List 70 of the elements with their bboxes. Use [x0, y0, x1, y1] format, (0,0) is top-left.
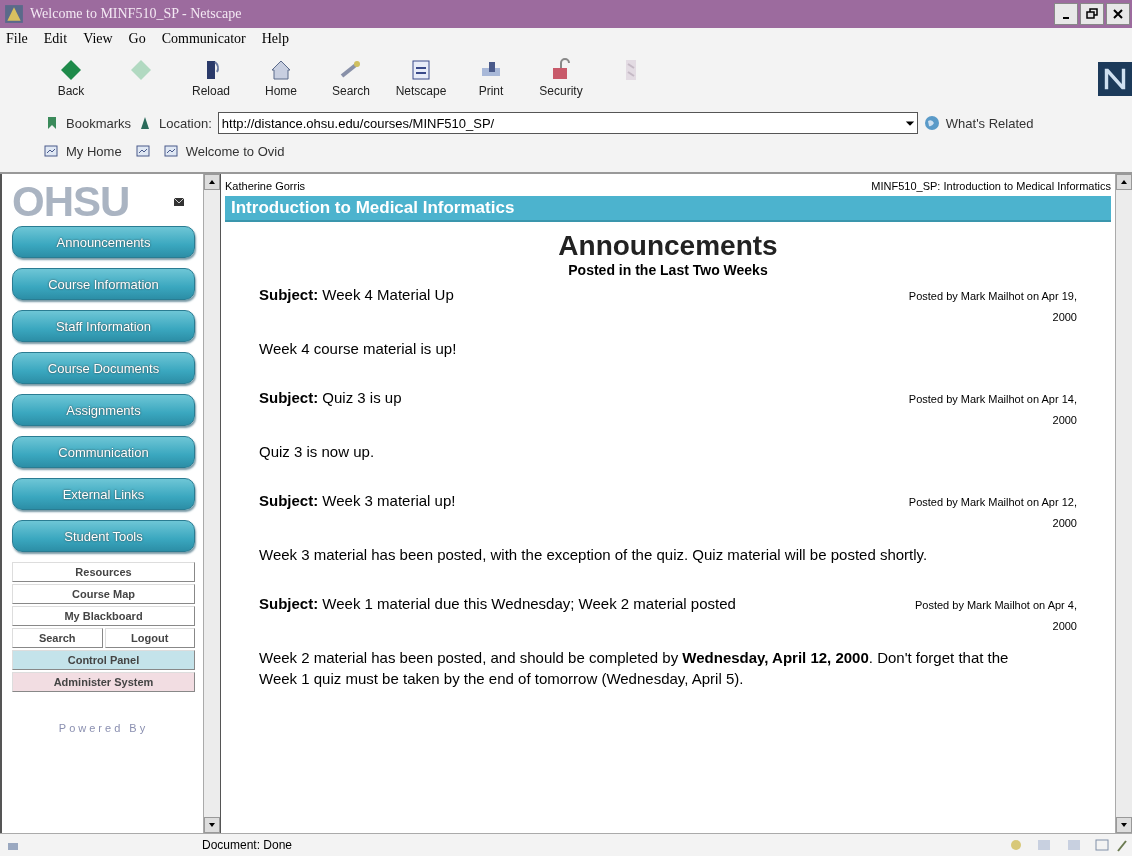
- announcement-body: Week 2 material has been posted, and should be completed by Wednesday, April 12, 2000. Don't forget that the Week 1 quiz must be taken by the end of tomorrow (Wednesday, April 5).: [259, 648, 1010, 689]
- posted-by-text: Posted by Mark Mailhot on Apr 14, 2000: [907, 392, 1077, 428]
- powered-by-text: Powered By: [57, 722, 150, 734]
- home-button[interactable]: Home: [250, 56, 312, 102]
- sidebar-link[interactable]: Resources: [12, 562, 195, 582]
- scroll-up-icon[interactable]: [204, 174, 220, 190]
- diamond-icon: [129, 58, 153, 82]
- scroll-down-icon[interactable]: [204, 817, 220, 833]
- menu-item[interactable]: Communicator: [161, 31, 246, 47]
- sidebar-link[interactable]: Logout: [104, 628, 195, 648]
- location-label: Location:: [159, 115, 212, 131]
- page-icon: [44, 144, 58, 158]
- house-icon: [269, 58, 293, 82]
- announcement-body: Week 4 course material is up!: [259, 339, 458, 359]
- user-name: Katherine Gorris: [225, 180, 306, 192]
- scroll-down-icon[interactable]: [1116, 817, 1132, 833]
- sidebar-link[interactable]: Course Map: [12, 584, 195, 604]
- bookmark-link[interactable]: Welcome to Ovid: [159, 143, 289, 159]
- sidebar-link[interactable]: Administer System: [12, 672, 195, 692]
- menu-item[interactable]: View: [83, 31, 113, 47]
- mynetscape-button[interactable]: Netscape: [390, 56, 452, 102]
- sidebar-link[interactable]: Control Panel: [12, 650, 195, 670]
- announcement-subject: Subject: Week 3 material up!: [259, 491, 456, 511]
- menu-item[interactable]: Edit: [43, 31, 68, 47]
- close-icon: [1112, 8, 1124, 20]
- posted-by-text: Posted by Mark Mailhot on Apr 19, 2000: [907, 289, 1077, 325]
- back-button[interactable]: Back: [40, 56, 102, 102]
- minimize-button[interactable]: [1054, 3, 1078, 25]
- announcement-body: Week 3 material has been posted, with the exception of the quiz. Quiz material will be posted shortly.: [259, 545, 929, 565]
- diamond-icon: [59, 58, 83, 82]
- close-button[interactable]: [1106, 3, 1130, 25]
- course-banner: Introduction to Medical Informatics: [225, 196, 1111, 222]
- course-label: MINF510_SP: Introduction to Medical Informatics: [871, 180, 1111, 192]
- announcement-subject: Subject: Week 4 Material Up: [259, 285, 454, 305]
- restore-button[interactable]: [1080, 3, 1104, 25]
- window-title: Welcome to MINF510_SP - Netscape: [30, 6, 243, 22]
- announcement-subject: Subject: Quiz 3 is up: [259, 388, 402, 408]
- page-icon[interactable]: [135, 144, 150, 158]
- page-icon: [409, 58, 433, 82]
- ohsu-logo: OHSU: [12, 178, 130, 226]
- mail-icon: [173, 196, 185, 208]
- scrollbar[interactable]: [1115, 174, 1132, 833]
- posted-by-text: Posted by Mark Mailhot on Apr 12, 2000: [907, 495, 1077, 531]
- scrollbar[interactable]: [203, 174, 220, 833]
- page-icon: [163, 144, 178, 158]
- sidebar-link[interactable]: My Blackboard: [12, 606, 195, 626]
- sidebar-link[interactable]: Search: [12, 628, 103, 648]
- page-subheading: Posted in the Last Two Weeks: [567, 262, 769, 278]
- url-field[interactable]: http://distance.ohsu.edu/courses/MINF510_SP/: [217, 112, 918, 134]
- reload-button[interactable]: Reload: [180, 56, 242, 102]
- minimize-icon: [1063, 17, 1069, 19]
- scroll-up-icon[interactable]: [1116, 174, 1132, 190]
- search-button[interactable]: Search: [320, 56, 382, 102]
- globe-icon: [923, 115, 940, 131]
- menu-item[interactable]: Help: [261, 31, 289, 47]
- posted-by-text: Posted by Mark Mailhot on Apr 4, 2000: [913, 598, 1077, 634]
- page-heading: Announcements: [557, 230, 779, 262]
- netscape-icon: [4, 4, 24, 24]
- print-button[interactable]: Print: [460, 56, 522, 102]
- bookmarks-button[interactable]: Bookmarks: [66, 115, 132, 131]
- restore-icon: [1086, 8, 1098, 20]
- announcement-body: Quiz 3 is now up.: [259, 442, 376, 462]
- status-text: Document: Done: [202, 838, 293, 852]
- bookmark-link[interactable]: My Home: [40, 143, 126, 159]
- announcement-subject: Subject: Week 1 material due this Wednesday; Week 2 material posted: [259, 594, 736, 614]
- menu-item[interactable]: Go: [128, 31, 146, 47]
- netscape-logo: [1098, 62, 1132, 96]
- menu-item[interactable]: File: [6, 31, 28, 47]
- security-button[interactable]: Security: [530, 56, 592, 102]
- whats-related-button[interactable]: What's Related: [945, 115, 1034, 131]
